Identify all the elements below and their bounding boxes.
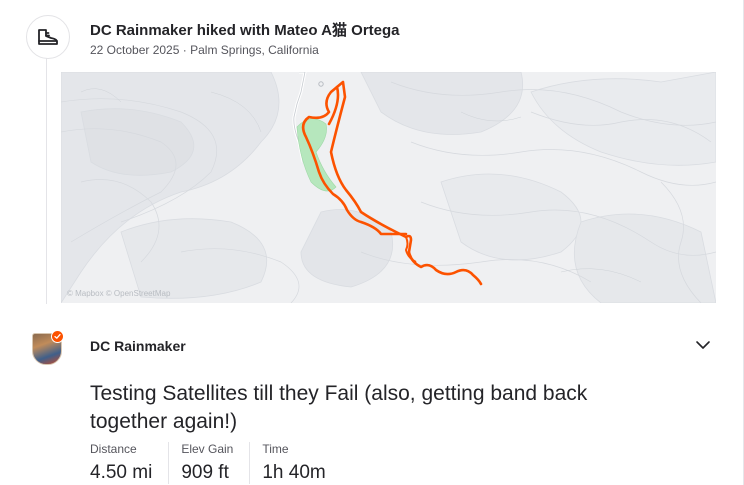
activity-stats: Distance 4.50 mi Elev Gain 909 ft Time 1… (90, 442, 354, 484)
stat-label: Distance (90, 442, 137, 456)
hiking-boot-icon (26, 15, 70, 59)
activity-header-title[interactable]: DC Rainmaker hiked with Mateo A猫 Ortega (90, 19, 400, 40)
stat-label: Elev Gain (181, 442, 234, 456)
stat-value: 909 ft (181, 462, 229, 483)
activity-date: 22 October 2025 (90, 43, 180, 57)
stat-label: Time (262, 442, 289, 456)
route-map[interactable]: © Mapbox © OpenStreetMap (61, 72, 716, 303)
feed-timeline-line (46, 56, 47, 304)
stat-time: Time 1h 40m (262, 442, 341, 484)
activity-title[interactable]: Testing Satellites till they Fail (also,… (90, 380, 650, 436)
athlete-name[interactable]: DC Rainmaker (90, 338, 186, 354)
activity-date-location: 22 October 2025 · Palm Springs, Californ… (90, 43, 319, 57)
stat-value: 1h 40m (262, 462, 326, 483)
stat-value: 4.50 mi (90, 462, 153, 483)
date-location-separator: · (182, 43, 187, 57)
athlete-avatar[interactable] (32, 330, 64, 365)
stat-elevation-gain: Elev Gain 909 ft (181, 442, 251, 484)
verified-badge-icon (51, 330, 64, 343)
chevron-down-icon[interactable] (694, 336, 712, 354)
activity-location: Palm Springs, California (190, 43, 319, 57)
stat-distance: Distance 4.50 mi (90, 442, 170, 484)
map-attribution: © Mapbox © OpenStreetMap (67, 289, 171, 298)
